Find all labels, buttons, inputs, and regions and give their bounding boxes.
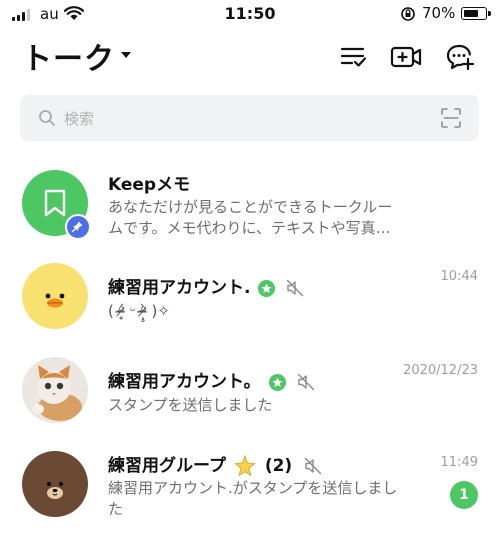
- chat-message-line2: ムです。メモ代わりに、テキストや写真…: [108, 219, 391, 237]
- chat-row-practice-group[interactable]: 練習用グループ (2) 11:49 練習用アカウント.がスタンプを送信しまし た…: [0, 451, 500, 526]
- avatar: [22, 170, 91, 240]
- checklist-icon[interactable]: [338, 42, 368, 72]
- official-star-icon: [268, 373, 286, 391]
- official-star-icon: [258, 279, 276, 297]
- avatar: [22, 263, 88, 329]
- avatar: [22, 357, 88, 423]
- chat-message-line2: た: [108, 500, 124, 518]
- status-bar: au 11:50 70%: [0, 0, 500, 30]
- bear-icon: [46, 481, 64, 499]
- battery-icon: [461, 7, 491, 20]
- chat-time: 10:44: [440, 269, 478, 284]
- battery-percentage: 70%: [422, 4, 456, 22]
- chat-message: スタンプを送信しました: [108, 396, 273, 414]
- chat-row-keep-memo[interactable]: Keepメモ あなただけが見ることができるトークルー ムです。メモ代わりに、テキ…: [0, 170, 500, 242]
- search-bar[interactable]: 検索: [20, 95, 479, 141]
- mute-icon: [304, 457, 322, 475]
- chevron-down-icon[interactable]: [121, 52, 131, 58]
- chat-time: 11:49: [440, 455, 478, 470]
- chat-name: 練習用アカウント.: [108, 278, 251, 298]
- sparkle-star-icon: [234, 455, 256, 477]
- chat-message-line1: あなただけが見ることができるトークルー: [108, 198, 393, 216]
- mute-icon: [297, 373, 314, 391]
- search-placeholder: 検索: [64, 110, 95, 128]
- avatar: [22, 451, 88, 517]
- search-icon: [39, 110, 55, 126]
- mute-icon: [287, 279, 304, 297]
- page-title[interactable]: トーク: [22, 34, 115, 78]
- chat-time: 2020/12/23: [403, 363, 478, 378]
- pin-icon: [65, 214, 91, 240]
- chat-message: ( ᵒ̴̶̷̥́ ᵕ ᵒ̴̶̷̣̥̀ )✧: [108, 302, 170, 320]
- member-count: (2): [264, 456, 293, 476]
- chat-name: 練習用アカウント。: [108, 372, 261, 392]
- video-add-icon[interactable]: [390, 42, 422, 72]
- chat-name: 練習用グループ: [108, 456, 226, 476]
- chick-icon: [45, 293, 65, 308]
- chat-row-practice-account-maru[interactable]: 練習用アカウント。 2020/12/23 スタンプを送信しました: [0, 357, 500, 429]
- rotation-lock-icon: [401, 7, 415, 21]
- qr-scan-icon[interactable]: [441, 108, 461, 128]
- chat-name-line: 練習用アカウント。: [108, 367, 315, 392]
- kitten-photo: [22, 357, 88, 423]
- chat-add-icon[interactable]: [445, 42, 475, 72]
- unread-badge: 1: [450, 481, 478, 509]
- chat-row-practice-account-dot[interactable]: 練習用アカウント. 10:44 ( ᵒ̴̶̷̥́ ᵕ ᵒ̴̶̷̣̥̀ )✧: [0, 263, 500, 335]
- chat-name-line: 練習用アカウント.: [108, 273, 304, 298]
- chat-message-line1: 練習用アカウント.がスタンプを送信しまし: [108, 479, 398, 497]
- chat-name: Keepメモ: [108, 175, 191, 195]
- chat-name-line: 練習用グループ (2): [108, 451, 322, 477]
- bookmark-icon: [44, 189, 66, 217]
